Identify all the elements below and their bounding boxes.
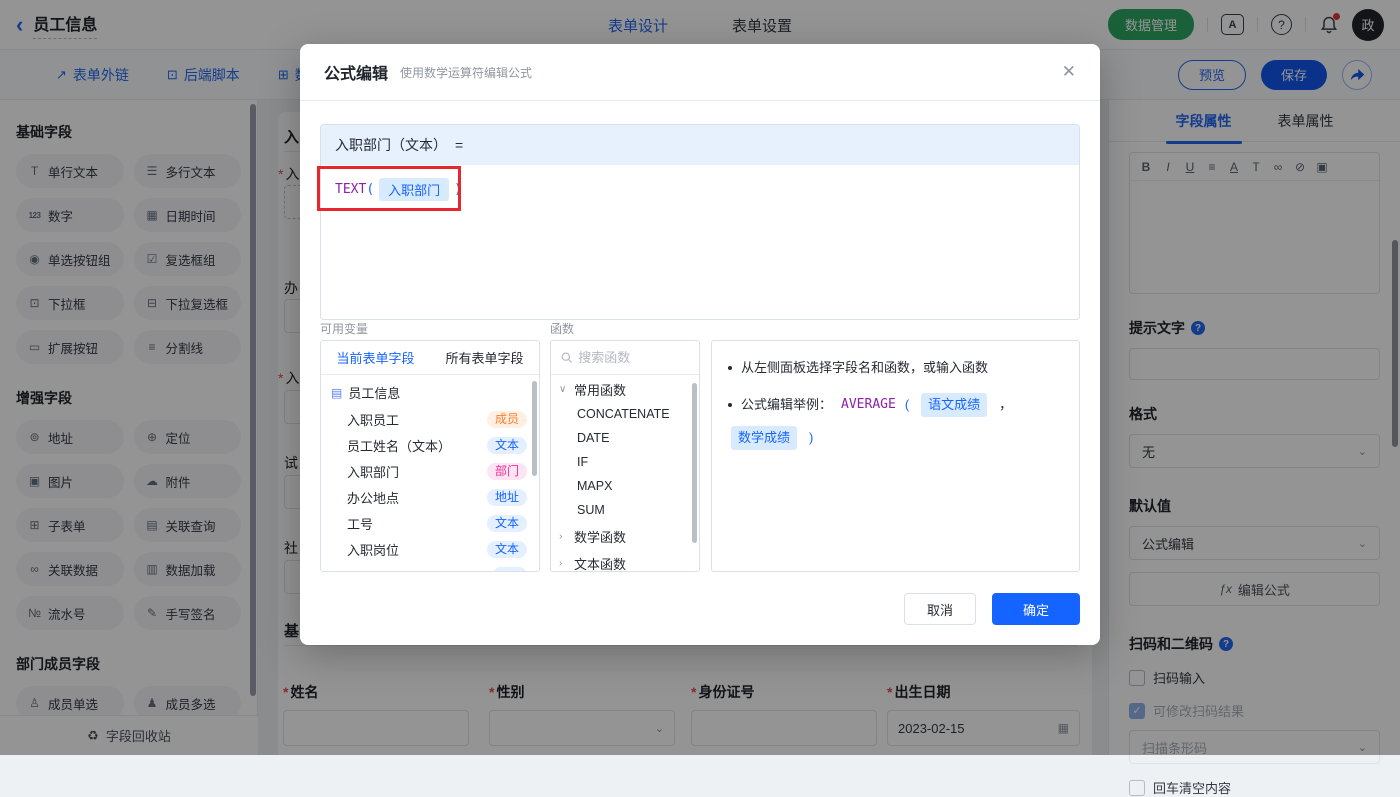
function-group-text[interactable]: › 文本函数: [551, 551, 699, 571]
function-item[interactable]: DATE: [551, 426, 699, 450]
document-icon: ▤: [331, 385, 343, 400]
bullet-icon: [728, 403, 732, 407]
variable-item[interactable]: 工号 文本: [321, 510, 539, 536]
function-item[interactable]: CONCATENATE: [551, 402, 699, 426]
variables-root-node[interactable]: ▤ 员工信息: [321, 379, 539, 406]
functions-label: 函数: [550, 322, 575, 336]
function-group-math[interactable]: › 数学函数: [551, 524, 699, 549]
type-badge: 地址: [486, 488, 527, 506]
variable-item[interactable]: 入职岗位 文本: [321, 536, 539, 562]
type-badge: 文本: [486, 436, 527, 454]
function-item[interactable]: IF: [551, 450, 699, 474]
chevron-expanded-icon: ∨: [559, 384, 567, 395]
chevron-collapsed-icon: ›: [559, 531, 563, 542]
example-function-name: AVERAGE: [841, 397, 896, 412]
close-icon[interactable]: ✕: [1062, 62, 1076, 82]
dialog-subtitle: 使用数学运算符编辑公式: [400, 65, 533, 80]
tab-current-form-fields[interactable]: 当前表单字段: [321, 348, 430, 367]
variable-item[interactable]: 入职员工 成员: [321, 406, 539, 432]
enter-clear-checkbox[interactable]: [1129, 779, 1145, 796]
function-search[interactable]: [551, 341, 699, 375]
formula-editor[interactable]: 入职部门（文本） = TEXT ( 入职部门 ): [320, 124, 1080, 320]
help-line-1: 从左侧面板选择字段名和函数，或输入函数: [728, 357, 1063, 379]
variables-label: 可用变量: [320, 322, 369, 336]
tab-all-form-fields[interactable]: 所有表单字段: [430, 348, 539, 367]
type-badge: 部门: [486, 462, 527, 480]
formula-edit-dialog: 公式编辑 使用数学运算符编辑公式 ✕ 入职部门（文本） = TEXT ( 入职部…: [300, 44, 1100, 645]
functions-scrollbar[interactable]: [692, 383, 697, 543]
variable-item[interactable]: 员工姓名（文本） 文本: [321, 432, 539, 458]
chevron-collapsed-icon: ›: [559, 558, 563, 569]
function-item[interactable]: SUM: [551, 498, 699, 522]
help-line-2: 公式编辑举例： AVERAGE ( 语文成绩 ， 数学成绩 ): [728, 393, 1063, 450]
function-search-input[interactable]: [578, 350, 689, 365]
confirm-button[interactable]: 确定: [992, 593, 1080, 625]
search-icon: [561, 352, 572, 363]
function-group-common[interactable]: ∨ 常用函数: [551, 377, 699, 402]
variable-item[interactable]: 入职部门 部门: [321, 458, 539, 484]
enter-clear-option: 回车清空内容: [1129, 778, 1380, 797]
functions-panel: ∨ 常用函数 CONCATENATE DATE IF MAPX SUM › 数学…: [550, 340, 700, 572]
type-badge: 成员: [486, 410, 527, 428]
type-badge: 文本: [486, 514, 527, 532]
type-badge: 文本: [486, 540, 527, 558]
annotation-highlight-box: [317, 166, 461, 211]
variables-scrollbar[interactable]: [532, 381, 537, 476]
help-panel: 从左侧面板选择字段名和函数，或输入函数 公式编辑举例： AVERAGE ( 语文…: [711, 340, 1080, 572]
function-item[interactable]: MAPX: [551, 474, 699, 498]
example-field-token: 数学成绩: [731, 426, 798, 450]
dialog-title: 公式编辑: [324, 66, 389, 83]
variables-panel: 当前表单字段 所有表单字段 ▤ 员工信息 入职员工 成员 员工姓名（文本） 文本 入…: [320, 340, 540, 572]
type-badge: [493, 567, 527, 571]
bullet-icon: [728, 366, 732, 370]
variable-item-partial[interactable]: [321, 562, 539, 571]
formula-target-bar: 入职部门（文本） =: [321, 125, 1079, 165]
cancel-button[interactable]: 取消: [904, 593, 976, 625]
variable-item[interactable]: 办公地点 地址: [321, 484, 539, 510]
example-field-token: 语文成绩: [921, 393, 988, 417]
